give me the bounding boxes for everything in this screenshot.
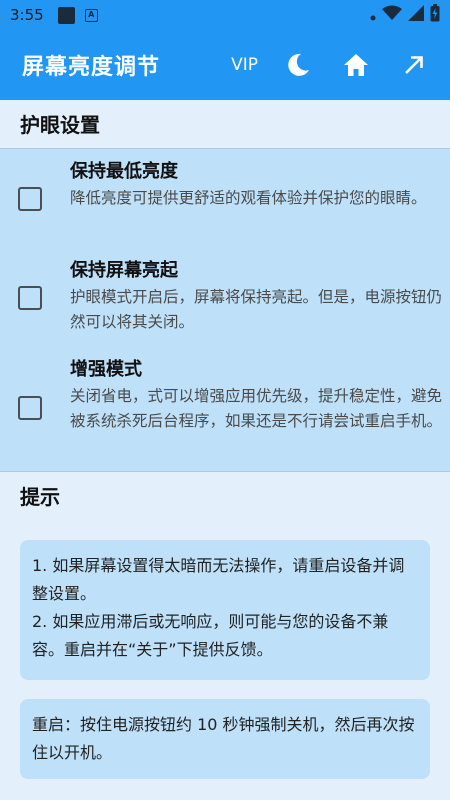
setting-keep-screen-on[interactable]: 保持屏幕亮起 护眼模式开启后，屏幕将保持亮起。但是，电源按钮仍然可以将其关闭。 xyxy=(0,249,450,349)
min-brightness-checkbox[interactable] xyxy=(18,187,42,211)
status-bar: 3:55 A xyxy=(0,0,450,30)
status-icons xyxy=(370,4,440,26)
battery-icon xyxy=(430,4,440,26)
setting-title: 保持最低亮度 xyxy=(70,161,178,182)
app-bar: 屏幕亮度调节 VIP xyxy=(0,30,450,100)
tip-card-troubleshoot: 1. 如果屏幕设置得太暗而无法操作，请重启设备并调整设置。 2. 如果应用滞后或… xyxy=(20,540,430,680)
wifi-icon xyxy=(382,5,402,25)
app-actions: VIP xyxy=(231,51,450,79)
setting-enhanced-mode[interactable]: 增强模式 关闭省电，式可以增强应用优先级，提升稳定性，避免被系统杀死后台程序，如… xyxy=(0,349,450,473)
enhanced-mode-checkbox[interactable] xyxy=(18,396,42,420)
notification-square-icon xyxy=(57,6,75,24)
setting-title: 增强模式 xyxy=(70,359,142,380)
setting-description: 护眼模式开启后，屏幕将保持亮起。但是，电源按钮仍然可以将其关闭。 xyxy=(70,288,443,331)
setting-description: 关闭省电，式可以增强应用优先级，提升稳定性，避免被系统杀死后台程序，如果还是不行… xyxy=(70,387,443,430)
status-time: 3:55 xyxy=(10,6,44,24)
tips-header: 提示 xyxy=(0,472,450,519)
setting-min-brightness[interactable]: 保持最低亮度 降低亮度可提供更舒适的观看体验并保护您的眼睛。 xyxy=(0,149,450,249)
cell-signal-icon xyxy=(408,5,424,25)
moon-icon[interactable] xyxy=(284,51,312,79)
eye-care-header: 护眼设置 xyxy=(0,100,450,147)
tip-card-restart: 重启：按住电源按钮约 10 秒钟强制关机，然后再次按住以开机。 xyxy=(20,699,430,779)
signal-dot-icon xyxy=(370,6,376,25)
setting-title: 保持屏幕亮起 xyxy=(70,260,178,281)
vip-button[interactable]: VIP xyxy=(231,55,258,75)
keep-screen-on-checkbox[interactable] xyxy=(18,286,42,310)
app-title: 屏幕亮度调节 xyxy=(22,55,161,80)
home-icon[interactable] xyxy=(342,51,370,79)
eye-care-settings: 保持最低亮度 降低亮度可提供更舒适的观看体验并保护您的眼睛。 保持屏幕亮起 护眼… xyxy=(0,148,450,472)
arrow-up-right-icon[interactable] xyxy=(400,51,428,79)
setting-description: 降低亮度可提供更舒适的观看体验并保护您的眼睛。 xyxy=(70,189,427,207)
notification-a-icon: A xyxy=(84,8,98,22)
